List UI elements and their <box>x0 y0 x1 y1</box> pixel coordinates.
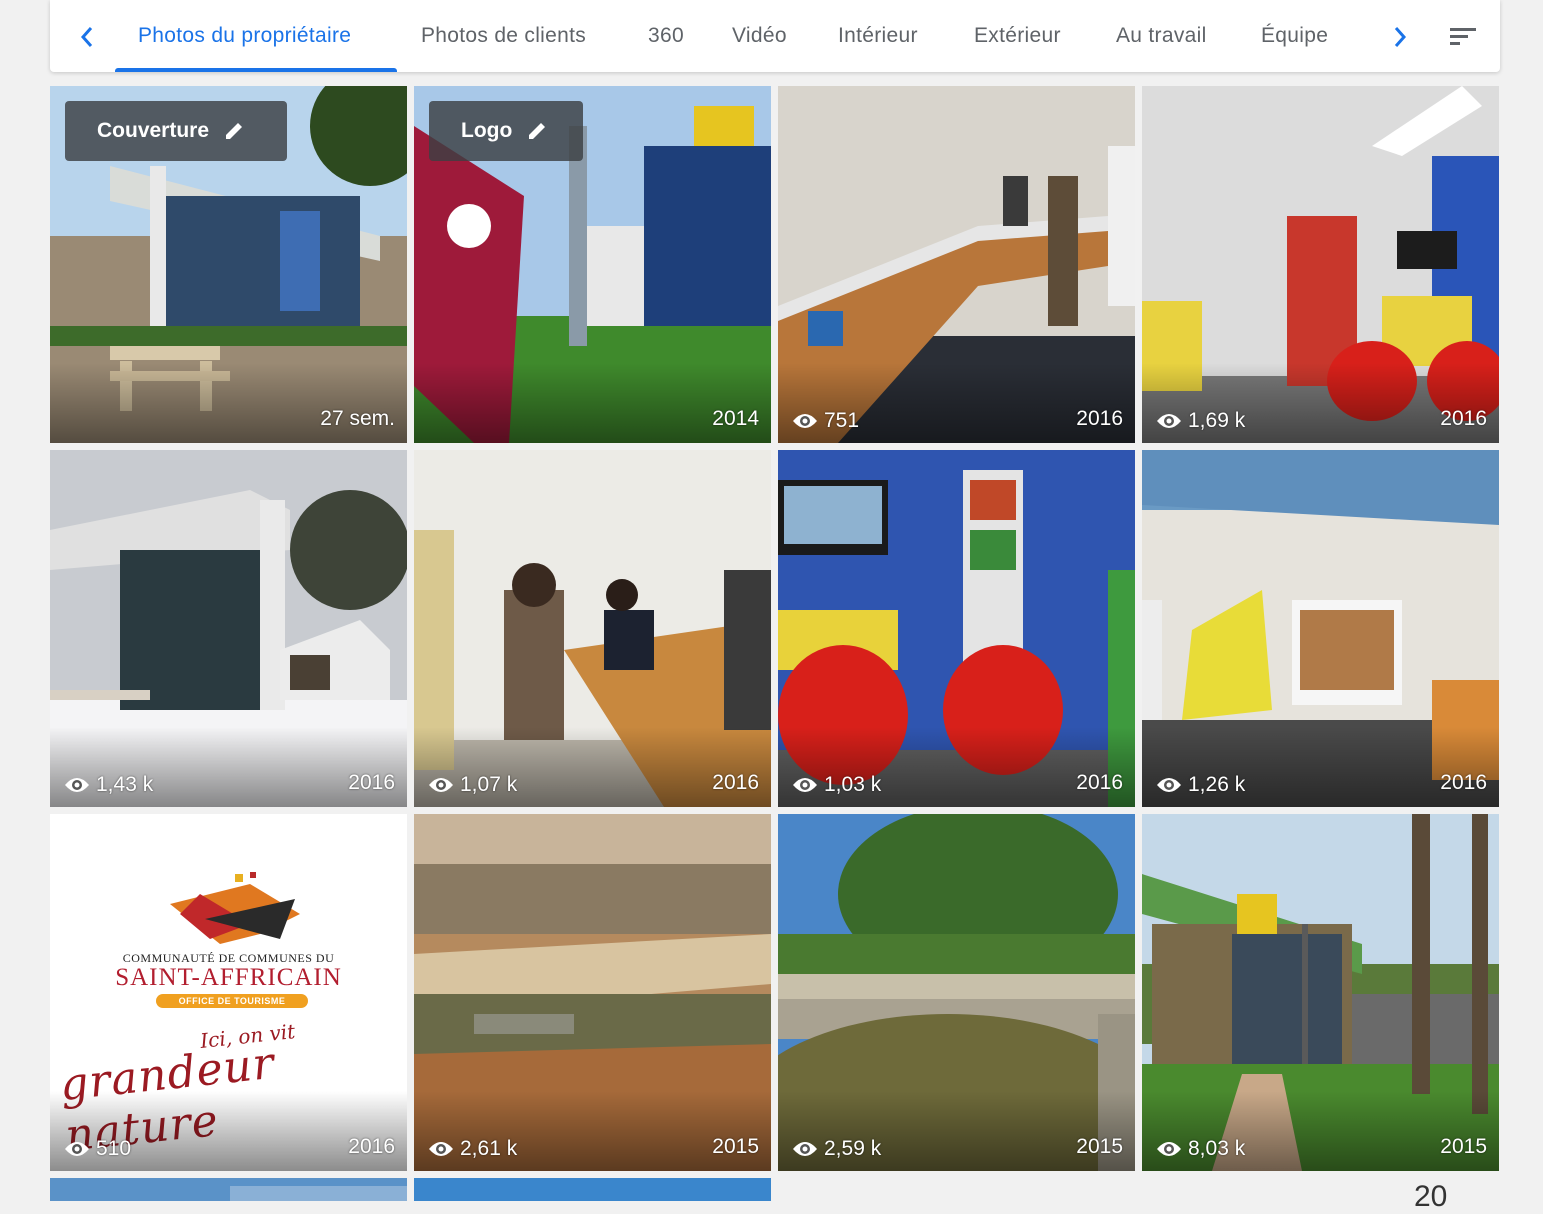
photo-date: 27 sem. <box>320 407 395 430</box>
view-count-value: 8,03 k <box>1188 1137 1246 1160</box>
eye-icon <box>1157 1142 1181 1156</box>
photo-tile-reception[interactable]: 751 2016 <box>778 86 1135 443</box>
photo-tile-cover[interactable]: Couverture 27 sem. <box>50 86 407 443</box>
view-count: 1,43 k <box>64 773 153 797</box>
view-count-value: 1,07 k <box>460 773 518 796</box>
view-count: 2,61 k <box>428 1137 517 1161</box>
photo-sky-partial <box>50 1178 407 1201</box>
eye-icon <box>793 778 817 792</box>
photo-tile-aerial[interactable]: 2,61 k 2015 <box>414 814 771 1171</box>
view-count: 8,03 k <box>1156 1137 1245 1161</box>
photo-sky-partial <box>414 1178 771 1201</box>
eye-icon <box>793 1142 817 1156</box>
photo-date: 2015 <box>1440 1135 1487 1158</box>
tile-shade <box>50 363 407 443</box>
eye-icon <box>793 414 817 428</box>
photo-date: 2016 <box>1076 771 1123 794</box>
view-count: 1,03 k <box>792 773 881 797</box>
view-count: 510 <box>64 1137 131 1161</box>
photo-date: 2016 <box>348 771 395 794</box>
page-number: 20 <box>1414 1180 1448 1213</box>
pencil-icon <box>226 123 243 139</box>
photo-tile-partial[interactable] <box>50 1178 407 1201</box>
photo-tile-logo[interactable]: Logo 2014 <box>414 86 771 443</box>
view-count-value: 751 <box>824 409 860 432</box>
view-count: 1,26 k <box>1156 773 1245 797</box>
view-count-value: 1,43 k <box>96 773 154 796</box>
eye-icon <box>1157 778 1181 792</box>
view-count: 2,59 k <box>792 1137 881 1161</box>
photo-tile-exhibit[interactable]: 1,26 k 2016 <box>1142 450 1499 807</box>
view-count: 1,69 k <box>1156 409 1245 433</box>
logo-label: Logo <box>461 119 513 142</box>
pencil-icon <box>529 123 546 139</box>
photo-tile-snow[interactable]: 1,43 k 2016 <box>50 450 407 807</box>
photo-tile-tourism-logo[interactable]: COMMUNAUTÉ DE COMMUNES DU SAINT-AFFRICAI… <box>50 814 407 1171</box>
view-count-value: 2,61 k <box>460 1137 518 1160</box>
view-count: 751 <box>792 409 859 433</box>
photo-date: 2016 <box>348 1135 395 1158</box>
photo-tile-interior-red-chairs[interactable]: 1,69 k 2016 <box>1142 86 1499 443</box>
photo-date: 2015 <box>712 1135 759 1158</box>
view-count-value: 1,26 k <box>1188 773 1246 796</box>
eye-icon <box>429 778 453 792</box>
photo-tile-building-summer[interactable]: 8,03 k 2015 <box>1142 814 1499 1171</box>
eye-icon <box>65 1142 89 1156</box>
photo-date: 2014 <box>712 407 759 430</box>
logo-line-town: SAINT-AFFRICAIN <box>115 964 342 991</box>
photo-grid: Couverture 27 sem. Logo 2014 751 2016 1,… <box>0 0 1543 1201</box>
photo-tile-lounge[interactable]: 1,03 k 2016 <box>778 450 1135 807</box>
photo-tile-partial[interactable] <box>414 1178 771 1201</box>
photo-date: 2016 <box>1440 407 1487 430</box>
cover-edit-badge[interactable]: Couverture <box>65 101 287 161</box>
photo-date: 2016 <box>712 771 759 794</box>
eye-icon <box>1157 414 1181 428</box>
photo-date: 2015 <box>1076 1135 1123 1158</box>
photo-tile-office[interactable]: 1,07 k 2016 <box>414 450 771 807</box>
logo-edit-badge[interactable]: Logo <box>429 101 583 161</box>
photo-date: 2016 <box>1440 771 1487 794</box>
photo-date: 2016 <box>1076 407 1123 430</box>
cover-label: Couverture <box>97 119 210 142</box>
tile-shade <box>414 363 771 443</box>
view-count-value: 1,69 k <box>1188 409 1246 432</box>
logo-line-office: OFFICE DE TOURISME <box>156 994 308 1008</box>
view-count: 1,07 k <box>428 773 517 797</box>
view-count-value: 2,59 k <box>824 1137 882 1160</box>
view-count-value: 1,03 k <box>824 773 882 796</box>
eye-icon <box>65 778 89 792</box>
photo-tile-sheep-pond[interactable]: 2,59 k 2015 <box>778 814 1135 1171</box>
eye-icon <box>429 1142 453 1156</box>
view-count-value: 510 <box>96 1137 132 1160</box>
